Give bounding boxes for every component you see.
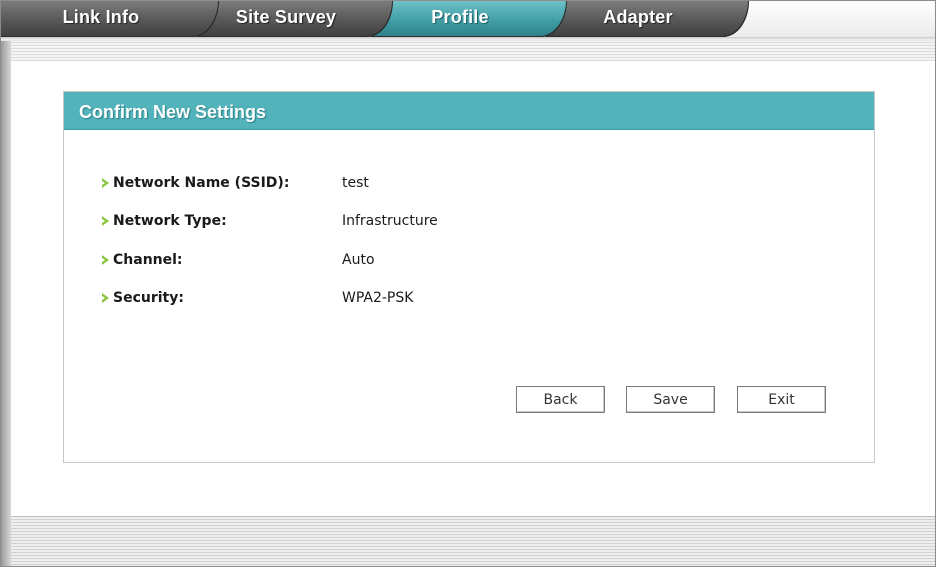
setting-value: test [342,175,369,191]
app-window: Link Info Site Survey Profile Adapter Co… [0,0,936,567]
bullet-arrow-icon [102,216,109,226]
panel-header: Confirm New Settings [64,92,874,130]
tab-adapter[interactable]: Adapter [545,1,749,37]
save-button[interactable]: Save [626,386,715,413]
tab-label: Site Survey [235,7,337,27]
exit-button[interactable]: Exit [737,386,826,413]
content-area: Confirm New Settings Network Name (SSID)… [11,61,935,516]
tab-bar: Link Info Site Survey Profile Adapter [1,1,935,41]
confirm-settings-panel: Confirm New Settings Network Name (SSID)… [63,91,875,463]
setting-value: Infrastructure [342,213,438,229]
panel-title: Confirm New Settings [79,102,267,122]
setting-label: Network Name (SSID): [113,175,290,191]
tab-label: Adapter [603,7,673,27]
bullet-arrow-icon [102,178,109,188]
setting-value: Auto [342,252,375,268]
footer-band [11,516,935,566]
setting-label: Network Type: [113,213,227,229]
back-button[interactable]: Back [516,386,605,413]
tab-label: Profile [431,7,489,27]
bullet-arrow-icon [102,255,109,265]
bullet-arrow-icon [102,293,109,303]
left-edge-strip [1,41,11,566]
tab-profile[interactable]: Profile [371,1,567,37]
tab-site-survey[interactable]: Site Survey [197,1,393,37]
tab-link-info[interactable]: Link Info [1,1,219,37]
setting-label: Channel: [113,252,183,268]
setting-label: Security: [113,290,184,306]
tab-bar-divider [1,37,935,40]
tab-label: Link Info [62,7,140,27]
setting-value: WPA2-PSK [342,290,414,306]
